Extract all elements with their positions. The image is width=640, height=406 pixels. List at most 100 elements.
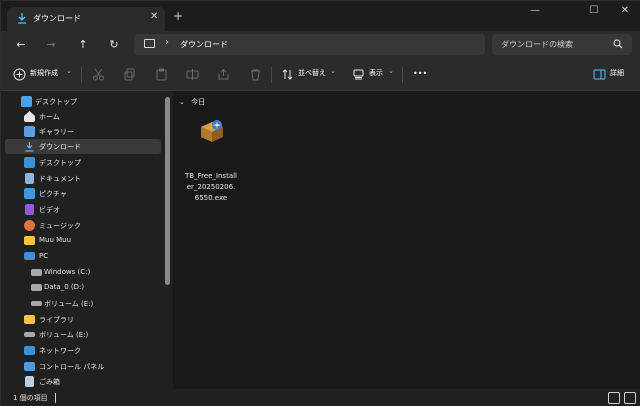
pc-icon (144, 39, 155, 48)
address-bar[interactable]: › ダウンロード (134, 34, 485, 55)
recycle-bin-icon (25, 376, 34, 387)
gallery-icon (24, 126, 35, 137)
sidebar-item-data-d[interactable]: Data_0 (D:) (5, 280, 161, 295)
delete-icon[interactable] (249, 68, 262, 81)
sidebar-item-label: デスクトップ (35, 98, 77, 106)
search-input[interactable]: ダウンロードの検索 (492, 34, 632, 55)
sidebar-item-label: ドキュメント (39, 175, 81, 183)
up-button[interactable]: ↑ (74, 36, 92, 54)
tab-downloads[interactable]: ダウンロード ✕ (7, 7, 165, 31)
installer-icon (201, 120, 223, 142)
network-icon (24, 346, 35, 355)
minimize-button[interactable]: — (525, 5, 545, 19)
sidebar-item-gallery[interactable]: ギャラリー (5, 124, 161, 139)
sidebar-scrollbar[interactable] (165, 97, 170, 285)
home-icon (24, 111, 35, 122)
details-button[interactable]: 詳細 (610, 68, 624, 78)
sidebar-item-music[interactable]: ミュージック (5, 218, 161, 233)
item-count: 1 個の項目 (13, 394, 48, 402)
view-dropdown-chevron-icon[interactable]: ⌄ (388, 67, 394, 75)
sidebar-item-volume-e[interactable]: ボリューム (E:) (5, 296, 161, 311)
maximize-button[interactable]: ☐ (584, 5, 604, 19)
sidebar-item-muu-muu[interactable]: Muu Muu (5, 233, 161, 248)
drive-icon (31, 284, 42, 291)
new-dropdown-chevron-icon[interactable]: ⌄ (66, 67, 72, 75)
breadcrumb-chevron-icon[interactable]: › (165, 37, 169, 48)
sidebar-item-pc[interactable]: PC (5, 249, 161, 264)
view-button[interactable]: 表示 (369, 68, 383, 78)
breadcrumb[interactable]: ダウンロード (180, 39, 228, 50)
sidebar-item-desktop[interactable]: デスクトップ (5, 155, 161, 170)
sidebar-item-downloads[interactable]: ダウンロード (5, 139, 161, 154)
sidebar-item-label: デスクトップ (39, 159, 81, 167)
details-pane-icon (593, 69, 606, 80)
sidebar-item-label: コントロール パネル (39, 363, 105, 371)
sidebar-item-label: ボリューム (E:) (39, 331, 89, 339)
tiles-view-icon[interactable] (624, 392, 636, 404)
new-button[interactable]: 新規作成 (30, 68, 58, 78)
view-icon (353, 69, 364, 80)
drive-icon (31, 301, 42, 306)
sidebar-item-label: ホーム (39, 113, 60, 121)
pc-icon (24, 252, 35, 260)
paste-icon[interactable] (155, 68, 168, 81)
file-name: TB_Free_Installer_20250206.6550.exe (185, 172, 238, 202)
forward-button[interactable]: → (42, 36, 60, 54)
sidebar-item-label: ビデオ (39, 206, 60, 214)
sidebar-item-volume-e-root[interactable]: ボリューム (E:) (5, 327, 161, 342)
refresh-button[interactable]: ↻ (105, 36, 123, 54)
sidebar-item-control-panel[interactable]: コントロール パネル (5, 359, 161, 374)
sidebar-item-label: Muu Muu (39, 236, 72, 244)
drive-icon (24, 332, 35, 337)
sidebar-item-label: ライブラリ (39, 316, 74, 324)
sidebar-item-desktop-top[interactable]: デスクトップ (5, 94, 161, 109)
divider (402, 67, 403, 83)
more-options-button[interactable]: ••• (413, 69, 427, 78)
group-header-today[interactable]: ⌄ 今日 (179, 97, 205, 107)
tab-close-button[interactable]: ✕ (150, 11, 158, 22)
details-view-icon[interactable] (608, 392, 620, 404)
pictures-icon (24, 188, 35, 199)
download-icon (25, 142, 34, 152)
sidebar-item-home[interactable]: ホーム (5, 109, 161, 124)
title-bar: ダウンロード ✕ + — ☐ ✕ (1, 1, 640, 31)
share-icon[interactable] (217, 68, 230, 81)
back-button[interactable]: ← (12, 36, 30, 54)
library-icon (24, 315, 35, 324)
new-tab-button[interactable]: + (173, 9, 183, 23)
sort-dropdown-chevron-icon[interactable]: ⌄ (330, 67, 336, 75)
close-window-button[interactable]: ✕ (615, 5, 635, 19)
folder-icon (24, 236, 35, 245)
group-chevron-icon: ⌄ (179, 98, 185, 106)
sidebar-item-windows-c[interactable]: Windows (C:) (5, 265, 161, 280)
sidebar-item-libraries[interactable]: ライブラリ (5, 312, 161, 327)
cut-icon[interactable] (92, 68, 105, 81)
new-plus-icon (13, 68, 26, 81)
divider (271, 67, 272, 83)
divider (81, 67, 82, 83)
sidebar-item-label: ネットワーク (39, 347, 81, 355)
sidebar-item-documents[interactable]: ドキュメント (5, 171, 161, 186)
videos-icon (25, 204, 34, 215)
sort-button[interactable]: 並べ替え (298, 68, 326, 78)
tab-title: ダウンロード (33, 14, 81, 23)
search-placeholder: ダウンロードの検索 (501, 40, 573, 49)
command-bar: 新規作成 ⌄ 並べ替え ⌄ 表示 ⌄ ••• 詳細 (1, 59, 640, 91)
sidebar-item-network[interactable]: ネットワーク (5, 343, 161, 358)
sidebar-item-label: ギャラリー (39, 128, 74, 136)
search-icon (613, 39, 623, 49)
music-icon (24, 220, 35, 231)
desktop-icon (21, 96, 32, 107)
rename-icon[interactable] (186, 68, 199, 81)
copy-icon[interactable] (123, 68, 136, 81)
sidebar-item-pictures[interactable]: ピクチャ (5, 186, 161, 201)
file-explorer-window: ダウンロード ✕ + — ☐ ✕ ← → ↑ ↻ › ダウンロード ダウンロード… (0, 0, 640, 406)
sidebar-item-label: PC (39, 252, 49, 260)
sidebar-item-videos[interactable]: ビデオ (5, 202, 161, 217)
sidebar-item-label: ダウンロード (39, 143, 81, 151)
desktop-icon (24, 157, 35, 168)
sidebar-item-label: Windows (C:) (44, 268, 91, 276)
sidebar-item-recycle-bin[interactable]: ごみ箱 (5, 374, 161, 389)
sidebar-item-label: Data_0 (D:) (44, 283, 85, 291)
documents-icon (25, 173, 34, 184)
